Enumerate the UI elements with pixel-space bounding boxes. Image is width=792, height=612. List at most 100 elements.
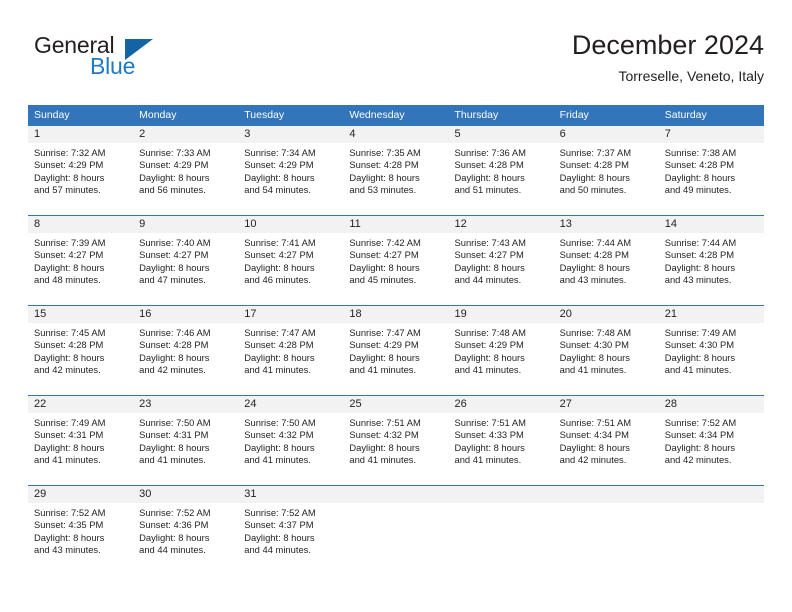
day-cell[interactable]: Sunrise: 7:50 AM Sunset: 4:32 PM Daylight:… [238,413,343,485]
day-number[interactable]: 9 [133,216,238,233]
day-number[interactable]: 7 [659,126,764,143]
day-cell[interactable]: Sunrise: 7:45 AM Sunset: 4:28 PM Daylight:… [28,323,133,395]
day-cell[interactable]: Sunrise: 7:43 AM Sunset: 4:27 PM Daylight:… [449,233,554,305]
day-cell[interactable]: Sunrise: 7:51 AM Sunset: 4:33 PM Daylight:… [449,413,554,485]
day-cell[interactable]: Sunrise: 7:38 AM Sunset: 4:28 PM Daylight:… [659,143,764,215]
day-cell[interactable]: Sunrise: 7:33 AM Sunset: 4:29 PM Daylight:… [133,143,238,215]
day-sunset-text: Sunset: 4:28 PM [664,159,735,171]
day-number[interactable]: 8 [28,216,133,233]
day-cell[interactable]: Sunrise: 7:48 AM Sunset: 4:29 PM Daylight:… [449,323,554,395]
day-daylight1-text: Daylight: 8 hours [664,351,736,363]
day-number[interactable]: 4 [343,126,448,143]
day-number[interactable]: 25 [343,396,448,413]
day-cell[interactable]: Sunrise: 7:47 AM Sunset: 4:28 PM Daylight:… [238,323,343,395]
day-cell[interactable]: Sunrise: 7:52 AM Sunset: 4:34 PM Daylight:… [659,413,764,485]
day-cell[interactable]: Sunrise: 7:47 AM Sunset: 4:29 PM Daylight:… [343,323,448,395]
day-number[interactable]: 1 [28,126,133,143]
day-cell[interactable]: Sunrise: 7:36 AM Sunset: 4:28 PM Daylight:… [449,143,554,215]
day-sunrise-text: Sunrise: 7:38 AM [664,147,737,158]
day-cell[interactable]: Sunrise: 7:44 AM Sunset: 4:28 PM Daylight:… [554,233,659,305]
day-sunset-text: Sunset: 4:34 PM [664,429,735,441]
day-number[interactable]: 21 [659,306,764,323]
day-cell[interactable]: Sunrise: 7:37 AM Sunset: 4:28 PM Daylight:… [554,143,659,215]
day-daylight2-text: and 41 minutes. [139,454,206,466]
day-number[interactable]: 27 [554,396,659,413]
day-cell[interactable]: Sunrise: 7:52 AM Sunset: 4:35 PM Daylight:… [28,503,133,575]
day-cell[interactable]: Sunrise: 7:48 AM Sunset: 4:30 PM Daylight:… [554,323,659,395]
general-blue-logo[interactable]: General Blue [28,32,258,88]
day-daylight1-text: Daylight: 8 hours [34,531,105,543]
day-cell[interactable]: Sunrise: 7:44 AM Sunset: 4:28 PM Daylight:… [659,233,764,305]
day-number[interactable]: 26 [449,396,554,413]
day-number[interactable]: 29 [28,486,133,503]
day-number-empty [659,486,764,503]
day-number[interactable]: 28 [659,396,764,413]
day-number[interactable]: 10 [238,216,343,233]
day-sunset-text: Sunset: 4:28 PM [664,249,735,261]
day-number[interactable]: 18 [343,306,448,323]
day-number[interactable]: 3 [238,126,343,143]
day-daylight1-text: Daylight: 8 hours [454,441,525,453]
day-number[interactable]: 31 [238,486,343,503]
day-cell[interactable]: Sunrise: 7:35 AM Sunset: 4:28 PM Daylight:… [343,143,448,215]
day-cell[interactable]: Sunrise: 7:46 AM Sunset: 4:28 PM Daylight:… [133,323,238,395]
day-cell[interactable]: Sunrise: 7:34 AM Sunset: 4:29 PM Daylight:… [238,143,343,215]
day-sunrise-text: Sunrise: 7:47 AM [244,327,316,338]
day-sunset-text: Sunset: 4:27 PM [244,249,314,261]
day-daylight2-text: and 41 minutes. [664,364,732,376]
day-cell[interactable]: Sunrise: 7:51 AM Sunset: 4:32 PM Daylight:… [343,413,448,485]
weekday-header-thursday: Thursday [454,109,499,121]
day-number[interactable]: 15 [28,306,133,323]
day-sunrise-text: Sunrise: 7:43 AM [454,237,526,248]
day-number[interactable]: 6 [554,126,659,143]
day-sunset-text: Sunset: 4:28 PM [559,159,629,171]
day-sunset-text: Sunset: 4:32 PM [349,429,419,441]
page-title: December 2024 [571,30,764,60]
day-daylight2-text: and 51 minutes. [454,184,522,196]
day-cell[interactable]: Sunrise: 7:40 AM Sunset: 4:27 PM Daylight:… [133,233,238,305]
day-daylight1-text: Daylight: 8 hours [139,531,210,543]
calendar-week-row: 15 16 17 18 19 20 21 Sunrise: 7:45 AM Sunset: 4:… [28,305,764,395]
day-number[interactable]: 16 [133,306,238,323]
day-sunrise-text: Sunrise: 7:51 AM [559,417,632,428]
week-detail-row: Sunrise: 7:32 AM Sunset: 4:29 PM Daylight:… [28,143,764,215]
day-daylight1-text: Daylight: 8 hours [139,261,210,273]
day-daylight1-text: Daylight: 8 hours [244,441,315,453]
day-cell[interactable]: Sunrise: 7:52 AM Sunset: 4:37 PM Daylight:… [238,503,343,575]
day-number[interactable]: 30 [133,486,238,503]
day-number[interactable]: 2 [133,126,238,143]
day-cell[interactable]: Sunrise: 7:50 AM Sunset: 4:31 PM Daylight:… [133,413,238,485]
day-cell[interactable]: Sunrise: 7:32 AM Sunset: 4:29 PM Daylight:… [28,143,133,215]
day-sunset-text: Sunset: 4:28 PM [139,339,209,351]
day-daylight1-text: Daylight: 8 hours [349,171,420,183]
day-number[interactable]: 11 [343,216,448,233]
day-number[interactable]: 24 [238,396,343,413]
day-cell[interactable]: Sunrise: 7:52 AM Sunset: 4:36 PM Daylight:… [133,503,238,575]
day-cell[interactable]: Sunrise: 7:51 AM Sunset: 4:34 PM Daylight:… [554,413,659,485]
day-cell[interactable]: Sunrise: 7:49 AM Sunset: 4:30 PM Daylight:… [659,323,764,395]
day-daylight2-text: and 44 minutes. [454,274,522,286]
day-daylight1-text: Daylight: 8 hours [559,261,630,273]
day-sunset-text: Sunset: 4:28 PM [559,249,629,261]
day-number[interactable]: 13 [554,216,659,233]
day-number[interactable]: 20 [554,306,659,323]
day-number[interactable]: 23 [133,396,238,413]
day-daylight2-text: and 42 minutes. [139,364,206,376]
calendar-weeks: 1 2 3 4 5 6 7 Sunrise: 7:32 AM Sunset: 4:29 PM Da… [28,125,764,575]
day-number[interactable]: 19 [449,306,554,323]
day-cell[interactable]: Sunrise: 7:42 AM Sunset: 4:27 PM Daylight:… [343,233,448,305]
day-daylight2-text: and 50 minutes. [559,184,627,196]
day-sunrise-text: Sunrise: 7:39 AM [34,237,106,248]
day-cell[interactable]: Sunrise: 7:39 AM Sunset: 4:27 PM Daylight:… [28,233,133,305]
day-cell[interactable]: Sunrise: 7:49 AM Sunset: 4:31 PM Daylight:… [28,413,133,485]
day-number[interactable]: 14 [659,216,764,233]
day-daylight1-text: Daylight: 8 hours [34,351,105,363]
day-number[interactable]: 22 [28,396,133,413]
day-number[interactable]: 17 [238,306,343,323]
day-sunrise-text: Sunrise: 7:46 AM [139,327,211,338]
day-sunset-text: Sunset: 4:27 PM [454,249,524,261]
day-number[interactable]: 12 [449,216,554,233]
day-sunrise-text: Sunrise: 7:42 AM [349,237,421,248]
day-number[interactable]: 5 [449,126,554,143]
day-cell[interactable]: Sunrise: 7:41 AM Sunset: 4:27 PM Daylight:… [238,233,343,305]
